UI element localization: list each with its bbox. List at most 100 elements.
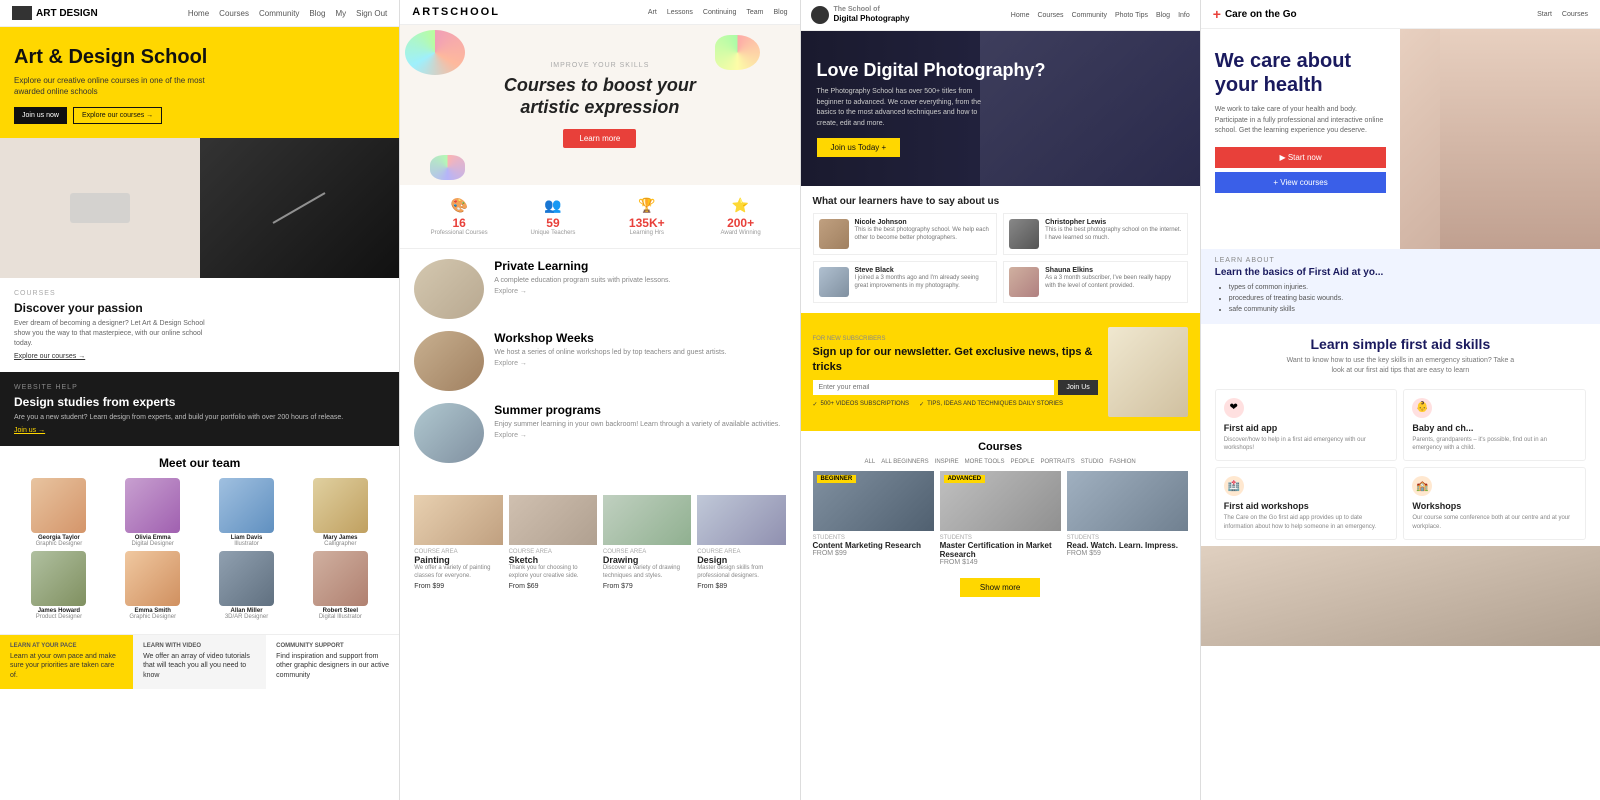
p2-drawing-name: Drawing — [603, 555, 691, 565]
team-member-7: Allan Miller 3D/AR Designer — [202, 551, 292, 620]
p2-private-content: Private Learning A complete education pr… — [494, 259, 670, 295]
p1-discover-link[interactable]: Explore our courses → — [14, 353, 385, 360]
p2-summer-link[interactable]: Explore → — [494, 432, 780, 439]
p2-hero-sublabel: IMPROVE YOUR SKILLS — [550, 62, 649, 69]
p2-stat-label-2: Learning Hrs — [600, 230, 694, 236]
p4-bullet-0: types of common injuries. — [1229, 282, 1586, 293]
p4-nav-start[interactable]: Start — [1537, 11, 1552, 18]
p4-second-text: Want to know how to use the key skills i… — [1280, 356, 1520, 377]
p2-nav-blog[interactable]: Blog — [773, 9, 787, 16]
p1-experts-link[interactable]: Join us → — [14, 427, 385, 434]
team-member-1: Georgia Taylor Graphic Designer — [14, 478, 104, 547]
p1-nav-blog[interactable]: Blog — [309, 9, 325, 18]
p4-learn-bullets: types of common injuries. procedures of … — [1215, 282, 1586, 316]
footer-item-pace: LEARN AT YOUR PACE Learn at your own pac… — [0, 635, 133, 689]
p3-test-1-name: Christopher Lewis — [1045, 219, 1182, 226]
p3-nav-community[interactable]: Community — [1072, 12, 1107, 19]
p3-newsletter-image — [1108, 327, 1188, 417]
checkmark-icon-0: ✓ — [813, 401, 818, 408]
p1-discover-section: COURSES Discover your passion Ever dream… — [0, 278, 399, 371]
p3-testimonial-3: Shauna Elkins As a 3 month subscriber, I… — [1003, 261, 1188, 303]
p3-photo-info-1: STUDENTS Master Certification in Market … — [940, 531, 1061, 570]
p2-workshop-link[interactable]: Explore → — [494, 360, 726, 367]
p4-bullet-1: procedures of treating basic wounds. — [1229, 293, 1586, 304]
p3-nav-home[interactable]: Home — [1011, 12, 1030, 19]
p3-show-more-button[interactable]: Show more — [960, 578, 1040, 597]
p3-nav-courses[interactable]: Courses — [1037, 12, 1063, 19]
p2-private-link[interactable]: Explore → — [494, 288, 670, 295]
hospital-icon: 🏥 — [1228, 481, 1240, 492]
p4-card-1: 👶 Baby and ch... Parents, grandparents –… — [1403, 389, 1586, 462]
p3-filter-people[interactable]: PEOPLE — [1010, 459, 1034, 465]
p4-second-heading: Learn simple first aid skills Want to kn… — [1201, 324, 1600, 383]
p4-learn-label: LEARN ABOUT — [1215, 257, 1586, 264]
avatar-allan — [219, 551, 274, 606]
team-member-8: Robert Steel Digital Illustrator — [295, 551, 385, 620]
p2-nav-team[interactable]: Team — [746, 9, 763, 16]
p2-nav-links: Art Lessons Continuing Team Blog — [648, 9, 788, 16]
p3-testimonials-section: What our learners have to say about us N… — [801, 186, 1200, 313]
p3-avatar-1 — [1009, 219, 1039, 249]
panel-art-design: ART DESIGN Home Courses Community Blog M… — [0, 0, 400, 800]
p3-photo-course-2: STUDENTS Read. Watch. Learn. Impress. FR… — [1067, 471, 1188, 570]
p2-painting-name: Painting — [414, 555, 502, 565]
p2-course-drawing: COURSE AREA Drawing Discover a variety o… — [603, 495, 691, 590]
p2-stat-num-3: 200+ — [694, 216, 788, 230]
p1-nav-home[interactable]: Home — [188, 9, 209, 18]
p3-avatar-3 — [1009, 267, 1039, 297]
p1-nav-courses[interactable]: Courses — [219, 9, 249, 18]
p4-view-button[interactable]: + View courses — [1215, 172, 1387, 193]
p1-nav-community[interactable]: Community — [259, 9, 299, 18]
p3-filter-all[interactable]: ALL — [865, 459, 876, 465]
p2-course-design: COURSE AREA Design Master design skills … — [697, 495, 785, 590]
p3-filter-moretools[interactable]: MORE TOOLS — [965, 459, 1005, 465]
p3-nav-blog[interactable]: Blog — [1156, 12, 1170, 19]
p4-card-icon-2: 🏥 — [1224, 476, 1244, 496]
p3-test-0-content: Nicole Johnson This is the best photogra… — [855, 219, 992, 249]
p1-nav-signout[interactable]: Sign Out — [356, 9, 387, 18]
p2-design-price: From $89 — [697, 583, 785, 590]
p2-stat-icon-2: 🏆 — [600, 197, 694, 214]
p2-stat-icon-1: 👥 — [506, 197, 600, 214]
p4-card-3: 🏫 Workshops Our course some conference b… — [1403, 467, 1586, 540]
p4-nav-courses[interactable]: Courses — [1562, 11, 1588, 18]
p4-cards-grid: ❤ First aid app Discover/how to help in … — [1201, 383, 1600, 547]
p3-filter-beginners[interactable]: ALL BEGINNERS — [881, 459, 928, 465]
p2-hero-cta-button[interactable]: Learn more — [563, 129, 636, 148]
p3-test-3-name: Shauna Elkins — [1045, 267, 1182, 274]
avatar-georgia — [31, 478, 86, 533]
p3-nav-phototips[interactable]: Photo Tips — [1115, 12, 1148, 19]
checkmark-icon-1: ✓ — [919, 401, 924, 408]
p1-logo-icon — [12, 6, 32, 20]
p3-filter-inspire[interactable]: INSPIRE — [935, 459, 959, 465]
p3-avatar-2 — [819, 267, 849, 297]
p1-explore-button[interactable]: Explore our courses → — [73, 107, 162, 124]
p3-newsletter-input[interactable] — [813, 380, 1055, 395]
p1-join-button[interactable]: Join us now — [14, 107, 67, 124]
p3-testimonial-2: Steve Black I joined a 3 months ago and … — [813, 261, 998, 303]
p3-filter-bar: ALL ALL BEGINNERS INSPIRE MORE TOOLS PEO… — [813, 459, 1188, 465]
p2-nav-lessons[interactable]: Lessons — [667, 9, 693, 16]
p1-nav-my[interactable]: My — [335, 9, 346, 18]
baby-icon: 👶 — [1416, 402, 1428, 413]
p2-nav-continuing[interactable]: Continuing — [703, 9, 736, 16]
p4-logo: + Care on the Go — [1213, 6, 1297, 22]
p3-nav-info[interactable]: Info — [1178, 12, 1190, 19]
p2-painting-image — [414, 495, 502, 545]
p2-painting-price: From $99 — [414, 583, 502, 590]
p2-hero: IMPROVE YOUR SKILLS Courses to boost you… — [400, 25, 799, 185]
p2-stat-num-2: 135K+ — [600, 216, 694, 230]
team-member-2: Olivia Emma Digital Designer — [108, 478, 198, 547]
avatar-emma — [125, 551, 180, 606]
heart-icon: ❤ — [1230, 402, 1238, 413]
p3-filter-studio[interactable]: STUDIO — [1081, 459, 1104, 465]
p1-experts-heading: Design studies from experts — [14, 395, 385, 409]
p3-newsletter-button[interactable]: Join Us — [1058, 380, 1097, 395]
p2-nav-art[interactable]: Art — [648, 9, 657, 16]
p3-news-feat-0: ✓ 500+ VIDEOS SUBSCRIPTIONS — [813, 401, 910, 408]
p3-filter-fashion[interactable]: FASHION — [1109, 459, 1135, 465]
p3-hero-title: Love Digital Photography? — [817, 60, 1046, 82]
p4-start-button[interactable]: ▶ Start now — [1215, 147, 1387, 168]
p3-filter-portraits[interactable]: PORTRAITS — [1040, 459, 1074, 465]
p3-hero-button[interactable]: Join us Today + — [817, 138, 901, 157]
